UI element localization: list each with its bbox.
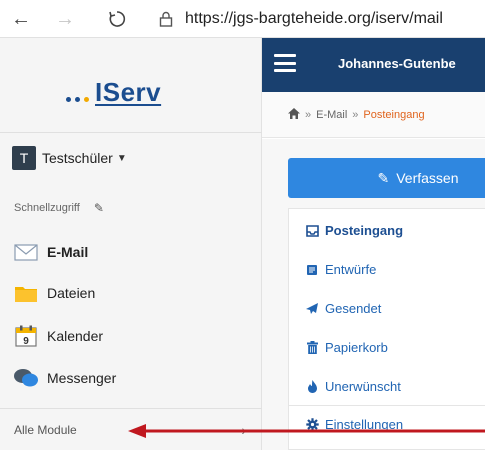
calendar-icon: 9 <box>13 325 39 347</box>
app-header: Johannes-Gutenbe <box>262 38 485 92</box>
folder-sent[interactable]: Gesendet <box>305 301 381 316</box>
address-bar[interactable]: https://jgs-bargteheide.org/iserv/mail <box>155 4 485 34</box>
all-modules-label: Alle Module <box>14 423 77 437</box>
folder-trash[interactable]: Papierkorb <box>305 340 388 355</box>
sidebar-item-files[interactable]: Dateien <box>13 282 95 304</box>
breadcrumb-inbox[interactable]: Posteingang <box>363 109 424 121</box>
sidebar-item-calendar[interactable]: 9 Kalender <box>13 325 103 347</box>
breadcrumb-separator: » <box>352 108 359 121</box>
back-arrow-icon[interactable]: ← <box>8 6 34 32</box>
sent-icon <box>305 302 319 316</box>
logo-dots <box>66 97 89 102</box>
sidebar-divider <box>0 132 262 133</box>
quick-access: Schnellzugriff ✎ <box>14 201 104 215</box>
quick-access-label: Schnellzugriff <box>14 202 80 214</box>
folder-label: Gesendet <box>325 301 382 316</box>
folder-icon <box>13 282 39 304</box>
flame-icon <box>305 380 319 394</box>
inbox-icon <box>305 224 319 238</box>
folder-drafts[interactable]: Entwürfe <box>305 262 376 277</box>
sidebar-divider <box>0 408 262 409</box>
trash-icon <box>305 341 319 355</box>
pencil-icon: ✎ <box>377 169 390 186</box>
edit-pencil-icon[interactable]: ✎ <box>94 201 104 215</box>
user-name: Testschüler <box>42 150 113 166</box>
sidebar: IServ T Testschüler ▼ Schnellzugriff ✎ E… <box>0 38 262 450</box>
folder-label: Unerwünscht <box>325 379 401 394</box>
folder-label: Entwürfe <box>325 262 377 277</box>
forward-arrow-icon[interactable]: → <box>52 6 78 32</box>
folder-label: Papierkorb <box>325 340 388 355</box>
compose-button[interactable]: ✎ Verfassen <box>288 158 485 198</box>
envelope-icon <box>13 241 39 263</box>
lock-icon <box>155 8 177 30</box>
hamburger-menu-icon[interactable] <box>274 54 296 72</box>
drafts-icon <box>305 263 319 277</box>
caret-down-icon: ▼ <box>116 152 127 164</box>
breadcrumb-separator: » <box>305 108 312 121</box>
url-text: https://jgs-bargteheide.org/iserv/mail <box>185 10 443 27</box>
folder-inbox[interactable]: Posteingang <box>305 223 403 238</box>
sidebar-item-email[interactable]: E-Mail <box>13 241 88 263</box>
folder-divider <box>289 405 485 406</box>
annotation-arrow <box>128 424 485 438</box>
calendar-day: 9 <box>23 336 29 347</box>
avatar: T <box>12 146 36 170</box>
sidebar-item-label: Dateien <box>47 285 96 301</box>
home-icon[interactable] <box>288 107 300 122</box>
iserv-logo[interactable]: IServ <box>66 68 161 108</box>
sidebar-item-label: Kalender <box>47 328 104 344</box>
sidebar-item-messenger[interactable]: Messenger <box>13 367 116 389</box>
mail-folder-list: Posteingang Entwürfe Gesendet Papierkorb… <box>288 208 485 450</box>
compose-label: Verfassen <box>396 170 459 186</box>
sidebar-item-label: E-Mail <box>47 244 89 260</box>
breadcrumb-email[interactable]: E-Mail <box>316 109 347 121</box>
breadcrumb: » E-Mail » Posteingang <box>262 92 485 138</box>
logo-text: IServ <box>95 77 162 107</box>
chat-icon <box>13 367 39 389</box>
school-title: Johannes-Gutenbe <box>338 56 456 71</box>
reload-icon[interactable] <box>104 6 130 32</box>
sidebar-item-label: Messenger <box>47 370 117 386</box>
folder-label: Posteingang <box>325 223 404 238</box>
user-menu[interactable]: T Testschüler ▼ <box>12 146 127 170</box>
folder-spam[interactable]: Unerwünscht <box>305 379 401 394</box>
browser-toolbar: ← → https://jgs-bargteheide.org/iserv/ma… <box>0 0 485 38</box>
